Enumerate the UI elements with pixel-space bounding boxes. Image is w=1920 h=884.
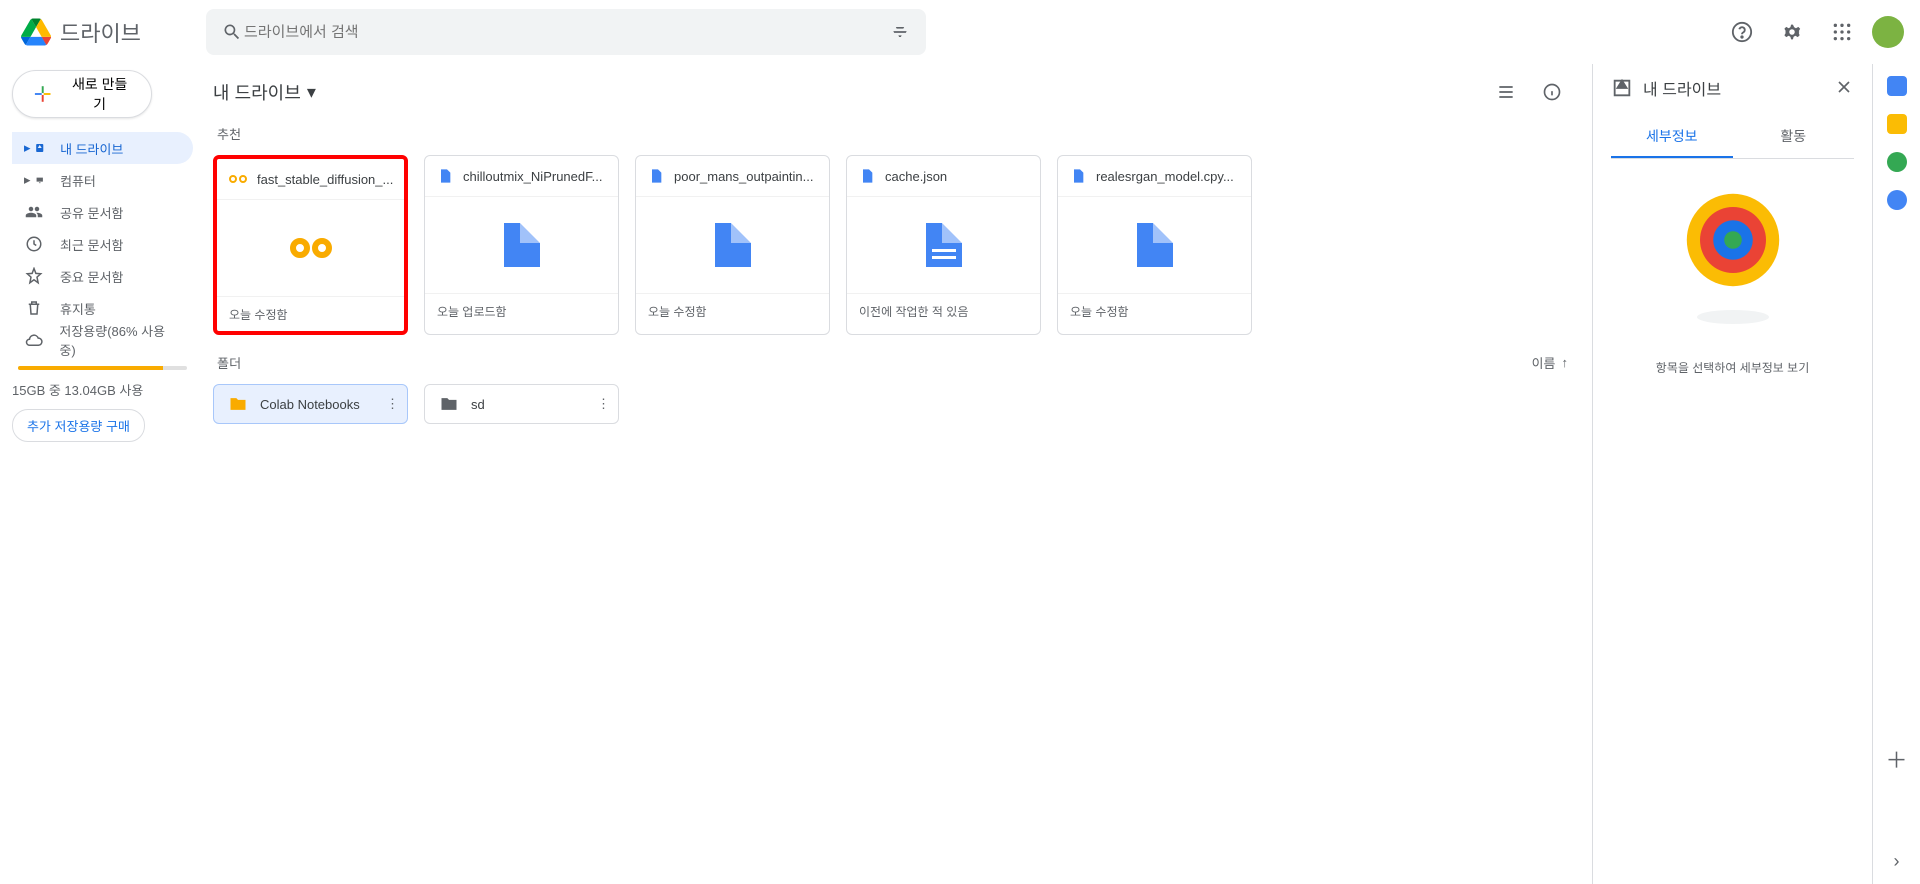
folder-item[interactable]: sd ⋮ xyxy=(424,384,619,424)
nav-computers[interactable]: ▸컴퓨터 xyxy=(12,164,193,196)
recent-icon xyxy=(24,235,44,253)
folder-icon xyxy=(228,394,248,414)
keep-icon[interactable] xyxy=(1887,114,1907,134)
collapse-icon[interactable]: › xyxy=(1894,851,1900,872)
nav-starred[interactable]: 중요 문서함 xyxy=(12,260,193,292)
nav-recent[interactable]: 최근 문서함 xyxy=(12,228,193,260)
search-icon xyxy=(220,20,244,44)
file-icon xyxy=(1137,223,1173,267)
suggested-card[interactable]: poor_mans_outpaintin... 오늘 수정함 xyxy=(635,155,830,335)
folder-icon xyxy=(439,394,459,414)
tab-details[interactable]: 세부정보 xyxy=(1611,116,1733,158)
shared-icon xyxy=(24,203,44,221)
contacts-icon[interactable] xyxy=(1887,190,1907,210)
star-icon xyxy=(24,267,44,285)
more-icon[interactable]: ⋮ xyxy=(597,396,610,412)
search-input[interactable] xyxy=(244,24,888,41)
colab-icon xyxy=(290,238,332,258)
app-name: 드라이브 xyxy=(60,16,141,48)
tab-activity[interactable]: 활동 xyxy=(1733,116,1855,158)
colab-icon xyxy=(229,175,247,183)
suggested-label: 추천 xyxy=(217,124,1572,143)
calendar-icon[interactable] xyxy=(1887,76,1907,96)
breadcrumb[interactable]: 내 드라이브▾ xyxy=(213,79,316,105)
cloud-icon xyxy=(24,331,43,349)
nav-storage[interactable]: 저장용량(86% 사용 중) xyxy=(12,324,193,356)
buy-storage-button[interactable]: 추가 저장용량 구매 xyxy=(12,409,145,442)
file-icon xyxy=(648,168,664,184)
empty-text: 항목을 선택하여 세부정보 보기 xyxy=(1656,359,1810,376)
suggested-card[interactable]: chilloutmix_NiPrunedF... 오늘 업로드함 xyxy=(424,155,619,335)
search-bar[interactable] xyxy=(206,9,926,55)
suggested-card[interactable]: fast_stable_diffusion_... 오늘 수정함 xyxy=(213,155,408,335)
new-button[interactable]: 새로 만들기 xyxy=(12,70,152,118)
suggested-card[interactable]: realesrgan_model.cpy... 오늘 수정함 xyxy=(1057,155,1252,335)
add-icon[interactable]: ＋ xyxy=(1885,743,1907,775)
empty-illustration: 항목을 선택하여 세부정보 보기 xyxy=(1611,185,1854,376)
folder-item[interactable]: Colab Notebooks ⋮ xyxy=(213,384,408,424)
tasks-icon[interactable] xyxy=(1887,152,1907,172)
details-title: 내 드라이브 xyxy=(1643,76,1721,100)
sort-button[interactable]: 이름↑ xyxy=(1532,353,1568,372)
nav-my-drive[interactable]: ▸내 드라이브 xyxy=(12,132,193,164)
arrow-up-icon: ↑ xyxy=(1562,355,1569,370)
folders-label: 폴더 xyxy=(217,353,241,372)
nav-shared[interactable]: 공유 문서함 xyxy=(12,196,193,228)
list-view-icon[interactable] xyxy=(1486,72,1526,112)
my-drive-icon: ▸ xyxy=(24,140,44,156)
file-icon xyxy=(859,168,875,184)
drive-logo[interactable] xyxy=(16,12,56,52)
search-options-icon[interactable] xyxy=(888,20,912,44)
apps-icon[interactable] xyxy=(1822,12,1862,52)
storage-bar xyxy=(18,366,187,370)
drive-icon xyxy=(1611,77,1633,99)
file-icon xyxy=(437,168,453,184)
account-avatar[interactable] xyxy=(1872,16,1904,48)
help-icon[interactable] xyxy=(1722,12,1762,52)
storage-text: 15GB 중 13.04GB 사용 xyxy=(12,380,205,399)
nav-trash[interactable]: 휴지통 xyxy=(12,292,193,324)
close-icon[interactable] xyxy=(1834,77,1854,100)
settings-icon[interactable] xyxy=(1772,12,1812,52)
suggested-card[interactable]: cache.json 이전에 작업한 적 있음 xyxy=(846,155,1041,335)
file-icon xyxy=(1070,168,1086,184)
computers-icon: ▸ xyxy=(24,172,44,188)
file-icon xyxy=(504,223,540,267)
info-icon[interactable] xyxy=(1532,72,1572,112)
new-button-label: 새로 만들기 xyxy=(66,74,133,114)
file-icon xyxy=(926,223,962,267)
file-icon xyxy=(715,223,751,267)
more-icon[interactable]: ⋮ xyxy=(386,396,399,412)
trash-icon xyxy=(24,299,44,317)
chevron-down-icon: ▾ xyxy=(307,82,316,103)
